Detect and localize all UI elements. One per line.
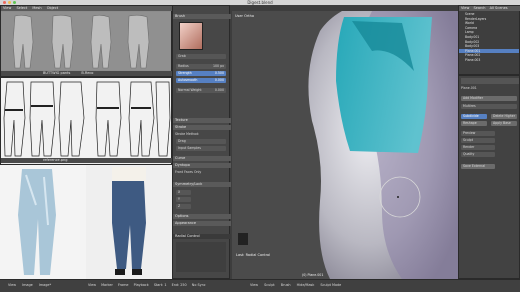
timeline-view[interactable]: View xyxy=(88,283,96,287)
view-label: User Ortho xyxy=(235,14,255,18)
section-appearance[interactable]: Appearance xyxy=(173,221,231,226)
reshape-button[interactable]: Reshape xyxy=(461,121,487,126)
autosmooth-field[interactable]: Autosmooth 0.000 xyxy=(176,78,226,83)
reference-renders-footer: BUTTWIG pants B.Reco xyxy=(1,71,173,76)
image-name-b[interactable]: B.Reco xyxy=(81,71,93,75)
minimize-window-button[interactable] xyxy=(8,1,11,4)
sculpt-viewport[interactable]: User Ortho Last: Radial Control (0) Plan… xyxy=(232,11,458,279)
menu-hide-mask[interactable]: Hide/Mask xyxy=(297,283,315,287)
line-drawing-image-name[interactable]: reference.png xyxy=(43,158,68,162)
section-texture[interactable]: Texture xyxy=(173,118,231,123)
section-symmetry[interactable]: Symmetry/Lock xyxy=(173,182,231,187)
stroke-method-label: Stroke Method: xyxy=(175,132,200,136)
image-editor-menu: View Image Image* xyxy=(8,283,51,287)
modifier-name-field[interactable]: Multires xyxy=(461,104,517,109)
jeans-photo-left xyxy=(0,165,86,279)
sync-select[interactable]: No Sync xyxy=(192,283,206,287)
brush-name-field[interactable]: Grab xyxy=(176,54,226,59)
normal-weight-label: Normal Weight xyxy=(178,88,202,92)
section-stroke[interactable]: Stroke xyxy=(173,125,231,130)
brush-header[interactable]: Brush xyxy=(173,14,231,19)
dark-jeans-photo xyxy=(86,165,172,279)
sculpt-model-render xyxy=(232,11,458,279)
reference-renders-panel: View Select Mesh Object BUTTWIG pants B.… xyxy=(0,5,173,77)
mode-select[interactable]: Sculpt Mode xyxy=(320,283,341,287)
outliner-scene-select[interactable]: All Scenes xyxy=(490,6,508,10)
radius-field[interactable]: Radius 100 px xyxy=(176,64,226,69)
symmetry-z-toggle[interactable]: Z xyxy=(176,204,191,209)
close-window-button[interactable] xyxy=(3,1,6,4)
outliner-tab-view[interactable]: View xyxy=(461,6,469,10)
line-drawing-image xyxy=(1,78,171,158)
object-name-label: (0) Plane.001 xyxy=(302,273,324,277)
outliner-item[interactable]: Plane.003 xyxy=(459,58,519,63)
radius-value: 100 px xyxy=(212,64,224,68)
section-dyntopo[interactable]: Dyntopo xyxy=(173,163,231,168)
outliner-header: View Search All Scenes xyxy=(459,6,520,11)
brush-preview-thumbnail[interactable] xyxy=(179,22,203,50)
menu-select[interactable]: Select xyxy=(16,6,27,10)
menu-mesh[interactable]: Mesh xyxy=(32,6,41,10)
tool-shelf-panel: Brush Grab Radius 100 px Strength 0.500 … xyxy=(172,5,231,279)
front-faces-checkbox[interactable]: Front Faces Only xyxy=(173,170,229,175)
menu-view-bottom[interactable]: View xyxy=(8,283,16,287)
menu-sculpt[interactable]: Sculpt xyxy=(264,283,275,287)
reference-renders-header: View Select Mesh Object xyxy=(1,6,173,11)
image-name-a[interactable]: BUTTWIG pants xyxy=(43,71,70,75)
jeans-photo-right xyxy=(86,165,172,279)
quality-field[interactable]: Quality xyxy=(461,152,495,157)
input-samples-field[interactable]: Input Samples xyxy=(176,146,226,151)
delete-higher-button[interactable]: Delete Higher xyxy=(491,114,517,119)
autosmooth-label: Autosmooth xyxy=(178,78,198,82)
menu-view-3d[interactable]: View xyxy=(250,283,258,287)
strength-label: Strength xyxy=(178,71,192,75)
line-drawing-footer: reference.png xyxy=(1,158,173,163)
symmetry-y-toggle[interactable]: Y xyxy=(176,197,191,202)
zoom-window-button[interactable] xyxy=(13,1,16,4)
properties-panel: Plane.001 Add Modifier Multires Subdivid… xyxy=(458,75,520,279)
apply-base-button[interactable]: Apply Base xyxy=(491,121,517,126)
start-frame-field[interactable]: Start: 1 xyxy=(154,283,167,287)
render-level-field[interactable]: Render xyxy=(461,145,495,150)
preview-level-field[interactable]: Preview xyxy=(461,131,495,136)
menu-image[interactable]: Image xyxy=(22,283,33,287)
outliner-tab-search[interactable]: Search xyxy=(473,6,485,10)
radial-control-header[interactable]: Radial Control xyxy=(173,234,231,239)
normal-weight-field[interactable]: Normal Weight 0.000 xyxy=(176,88,226,93)
outliner-panel: View Search All Scenes Scene RenderLayer… xyxy=(458,5,520,75)
timeline-menu: View Marker Frame Playback Start: 1 End:… xyxy=(88,283,206,287)
properties-tabs[interactable] xyxy=(461,78,519,84)
menu-brush[interactable]: Brush xyxy=(281,283,291,287)
sculpt-render-images xyxy=(1,12,171,70)
timeline-marker[interactable]: Marker xyxy=(101,283,113,287)
strength-field[interactable]: Strength 0.500 xyxy=(176,71,226,76)
save-external-button[interactable]: Save External xyxy=(461,164,495,169)
normal-weight-value: 0.000 xyxy=(214,88,224,92)
bottom-header-bar: View Image Image* View Sculpt Brush Hide… xyxy=(0,279,520,292)
section-options[interactable]: Options xyxy=(173,214,231,219)
subdivide-button[interactable]: Subdivide xyxy=(461,114,487,119)
timeline-playback[interactable]: Playback xyxy=(134,283,149,287)
light-jeans-photo xyxy=(0,165,86,279)
window-title: Digest.blend xyxy=(247,0,273,5)
line-drawing-panel: reference.png xyxy=(0,77,173,165)
viewport-menu: View Sculpt Brush Hide/Mask Sculpt Mode xyxy=(250,283,341,287)
section-curve[interactable]: Curve xyxy=(173,156,231,161)
timeline-frame[interactable]: Frame xyxy=(118,283,129,287)
end-frame-field[interactable]: End: 250 xyxy=(172,283,187,287)
menu-view[interactable]: View xyxy=(3,6,11,10)
radial-control-options xyxy=(176,242,226,272)
last-operator-label: Last: Radial Control xyxy=(236,253,271,257)
strength-value: 0.500 xyxy=(214,71,224,75)
autosmooth-value: 0.000 xyxy=(214,78,224,82)
add-modifier-button[interactable]: Add Modifier xyxy=(461,96,517,101)
outliner-list: Scene RenderLayers World Camera Lamp Bod… xyxy=(459,12,519,63)
symmetry-x-toggle[interactable]: X xyxy=(176,190,191,195)
radius-label: Radius xyxy=(178,64,189,68)
menu-object[interactable]: Object xyxy=(47,6,58,10)
stroke-method-select[interactable]: Drag xyxy=(176,139,226,144)
sculpt-level-field[interactable]: Sculpt xyxy=(461,138,495,143)
object-name-field[interactable]: Plane.001 xyxy=(459,86,519,91)
image-name-field[interactable]: Image* xyxy=(39,283,51,287)
